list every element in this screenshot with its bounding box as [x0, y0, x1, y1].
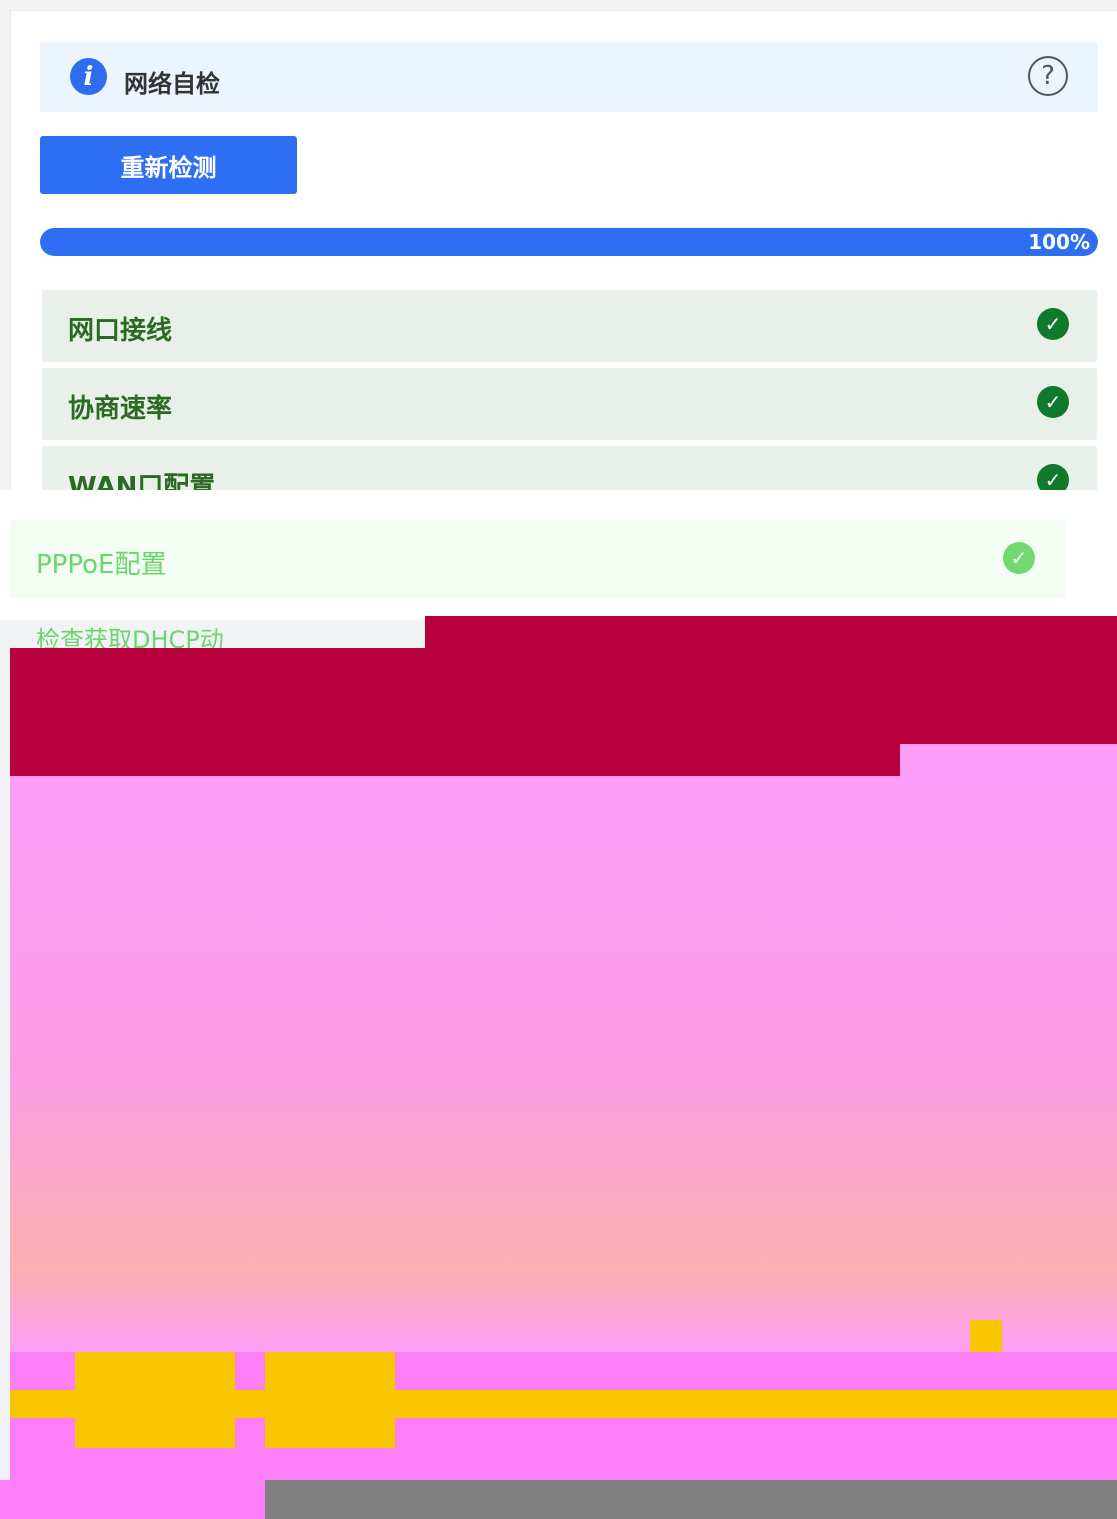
check-label: PPPoE配置	[36, 550, 167, 580]
progress-fill	[40, 228, 1098, 256]
progress-label: 100%	[1028, 230, 1090, 254]
page-title: 网络自检	[124, 70, 220, 98]
glitch-block-yellow-3	[970, 1320, 1002, 1352]
header-bar: i 网络自检 ?	[40, 42, 1098, 112]
check-ok-icon: ✓	[1037, 308, 1069, 340]
glitch-band-gray	[265, 1480, 1117, 1519]
glitch-band-pink	[10, 776, 1117, 1356]
check-label: 协商速率	[68, 394, 173, 424]
check-ok-icon: ✓	[1003, 542, 1035, 574]
check-row-wan-config[interactable]: WAN口配置 ✓	[42, 446, 1097, 496]
glitch-block-yellow	[75, 1352, 235, 1448]
glitch-block-yellow-2	[265, 1352, 395, 1448]
glitch-block-pink	[900, 744, 1117, 778]
check-row-negotiated-rate[interactable]: 协商速率 ✓	[42, 368, 1097, 440]
check-row-port-wiring[interactable]: 网口接线 ✓	[42, 290, 1097, 362]
recheck-button[interactable]: 重新检测	[40, 136, 297, 194]
info-icon: i	[70, 58, 107, 95]
glitch-band-magenta-bottom	[0, 1480, 265, 1519]
check-label: 网口接线	[68, 316, 173, 346]
progress-bar: 100%	[40, 228, 1098, 256]
check-ok-icon: ✓	[1037, 386, 1069, 418]
check-row-pppoe: PPPoE配置 ✓	[10, 520, 1065, 598]
glitch-band-red-top	[425, 616, 1117, 650]
question-circle-icon[interactable]: ?	[1028, 56, 1068, 96]
